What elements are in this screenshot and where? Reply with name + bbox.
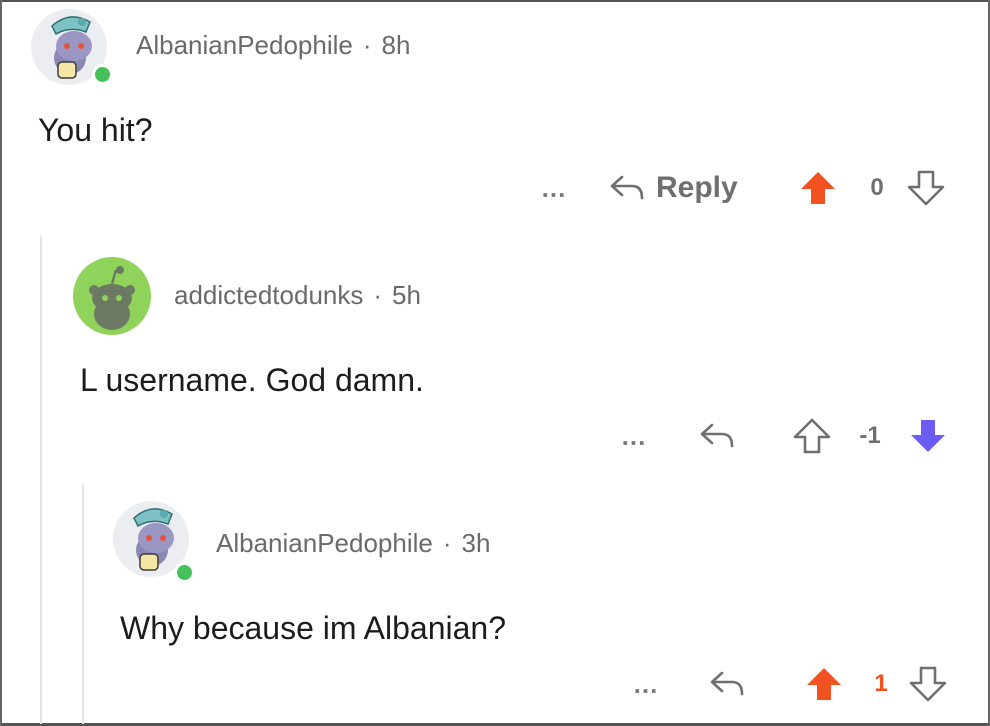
meta-separator: · — [373, 280, 383, 310]
downvote-arrow-icon — [907, 170, 945, 206]
screenshot-border-left — [0, 0, 2, 726]
reply-arrow-icon — [710, 671, 744, 696]
downvote-button[interactable] — [904, 168, 948, 208]
vote-score: -1 — [859, 422, 881, 449]
more-options-button[interactable]: ... — [624, 666, 668, 702]
thread-line-level-2[interactable] — [82, 484, 84, 724]
more-options-button[interactable]: ... — [532, 170, 576, 206]
online-status-indicator — [92, 64, 113, 85]
upvote-arrow-icon — [801, 172, 835, 204]
thread-line-level-1[interactable] — [40, 236, 42, 724]
reply-button[interactable]: Reply — [608, 166, 738, 210]
comment-meta: AlbanianPedophile · 8h — [136, 30, 410, 61]
reply-arrow-icon — [700, 423, 734, 448]
reply-label: Reply — [656, 171, 738, 204]
comment-text: L username. God damn. — [80, 362, 424, 398]
upvote-button[interactable] — [796, 168, 840, 208]
comment-text: Why because im Albanian? — [120, 610, 506, 646]
avatar[interactable] — [72, 256, 152, 336]
downvote-arrow-icon — [909, 666, 947, 702]
upvote-arrow-icon — [807, 668, 841, 700]
comment-age: 5h — [392, 280, 421, 310]
comment-meta: addictedtodunks · 5h — [174, 280, 421, 311]
comment-text: You hit? — [38, 112, 153, 148]
downvote-button[interactable] — [906, 416, 950, 456]
vote-score: 0 — [870, 174, 884, 201]
meta-separator: · — [362, 30, 372, 60]
reply-button[interactable] — [704, 662, 752, 706]
more-options-button[interactable]: ... — [612, 418, 656, 454]
comment-age: 3h — [461, 528, 491, 558]
upvote-arrow-icon — [793, 418, 831, 454]
vote-score: 1 — [874, 670, 888, 697]
meta-separator: · — [442, 528, 452, 558]
comment-age: 8h — [381, 30, 411, 60]
username-link[interactable]: AlbanianPedophile — [216, 528, 433, 558]
username-link[interactable]: AlbanianPedophile — [136, 30, 353, 60]
default-snoo-avatar-icon — [73, 257, 151, 335]
reply-arrow-icon — [610, 175, 644, 200]
upvote-button[interactable] — [802, 664, 846, 704]
screenshot-border-top — [0, 0, 990, 2]
downvote-button[interactable] — [906, 664, 950, 704]
username-link[interactable]: addictedtodunks — [174, 280, 363, 310]
comment-meta: AlbanianPedophile · 3h — [216, 528, 490, 559]
online-status-indicator — [174, 562, 195, 583]
upvote-button[interactable] — [790, 416, 834, 456]
reply-button[interactable] — [694, 414, 742, 458]
downvote-arrow-icon — [911, 420, 945, 452]
